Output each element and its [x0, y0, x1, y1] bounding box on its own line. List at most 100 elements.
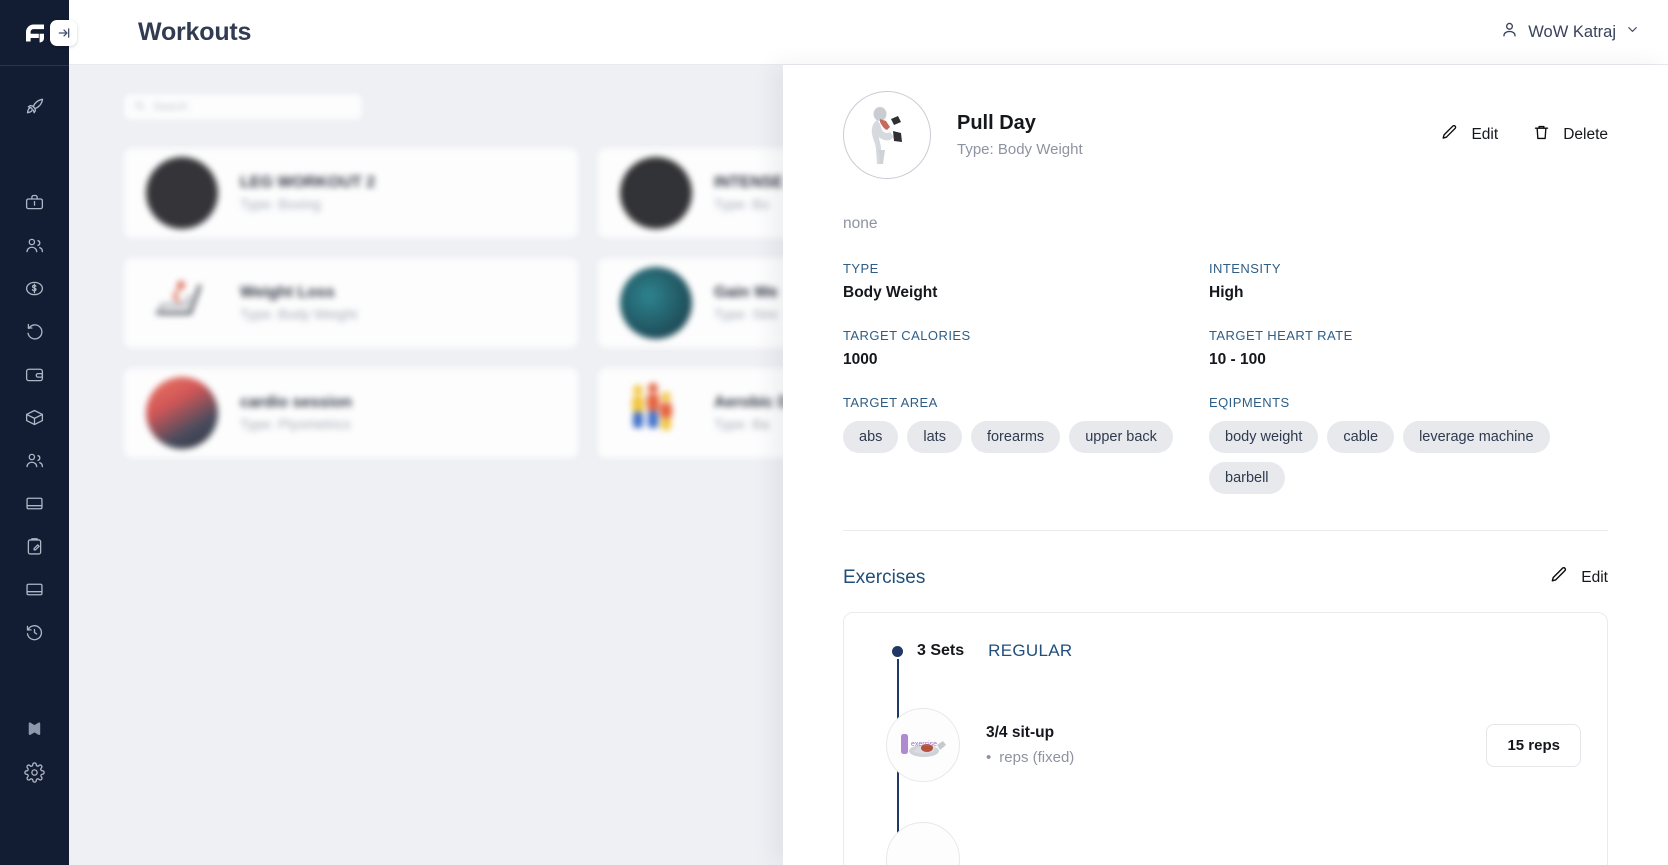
- exercise-row[interactable]: [870, 822, 1581, 865]
- user-avatar-icon: [1500, 20, 1519, 44]
- sidebar-item-payments[interactable]: [0, 267, 69, 310]
- meta-field-target-area: TARGET AREA abs lats forearms upper back: [843, 395, 1209, 494]
- top-bar: Workouts WoW Katraj: [69, 0, 1668, 65]
- meta-field-target-calories: TARGET CALORIES 1000: [843, 328, 1209, 369]
- chip: forearms: [970, 421, 1061, 453]
- timeline-dot-icon: [892, 645, 903, 657]
- app-root: Workouts WoW Katraj Search LEG WORKOUT 2…: [0, 0, 1668, 865]
- meta-label: TARGET HEART RATE: [1209, 328, 1353, 343]
- workout-thumbnail: [620, 157, 692, 229]
- meta-value: 1000: [843, 351, 878, 368]
- meta-label: TYPE: [843, 261, 879, 276]
- workout-type: Type: Ba: [714, 416, 770, 432]
- detail-header: Pull Day Type: Body Weight Edit Delete: [843, 91, 1608, 179]
- workout-type: Type: Stre: [714, 306, 778, 322]
- chip: lats: [907, 421, 962, 453]
- sidebar-item-refunds[interactable]: [0, 310, 69, 353]
- set-count: 3 Sets: [917, 642, 965, 659]
- chip: barbell: [1209, 462, 1285, 494]
- exercises-edit-button[interactable]: Edit: [1549, 565, 1608, 590]
- workout-card[interactable]: Weight Loss Type: Body Weight: [123, 257, 579, 349]
- section-divider: [843, 530, 1608, 531]
- workout-thumbnail: [620, 267, 692, 339]
- workout-type: Type: Plyometrics: [240, 416, 351, 432]
- workout-name: Weight Loss: [240, 284, 335, 301]
- rail-items: [0, 84, 69, 794]
- sidebar-item-integrations[interactable]: [0, 708, 69, 751]
- search-input[interactable]: Search: [123, 93, 363, 121]
- page-title: Pull Day: [957, 112, 1036, 134]
- workout-name: LEG WORKOUT 2: [240, 174, 376, 191]
- meta-field-target-heart-rate: TARGET HEART RATE 10 - 100: [1209, 328, 1608, 369]
- workout-card[interactable]: LEG WORKOUT 2 Type: Boxing: [123, 147, 579, 239]
- sidebar-item-settings[interactable]: [0, 751, 69, 794]
- trash-icon: [1532, 123, 1551, 147]
- exercise-info: 3/4 sit-up • reps (fixed): [986, 724, 1074, 766]
- chevron-down-icon[interactable]: [1625, 22, 1640, 42]
- set-header-row: 3 Sets REGULAR: [870, 641, 1581, 661]
- sidebar-item-assessments[interactable]: [0, 525, 69, 568]
- chip: upper back: [1069, 421, 1173, 453]
- user-menu[interactable]: WoW Katraj: [1500, 20, 1640, 44]
- workout-card[interactable]: cardio session Type: Plyometrics: [123, 367, 579, 459]
- workout-name: INTENSE: [714, 174, 784, 191]
- rail-divider: [0, 65, 69, 66]
- workout-thumbnail: [146, 377, 218, 449]
- svg-text:exercise: exercise: [911, 741, 937, 748]
- target-area-chips: abs lats forearms upper back: [843, 421, 1203, 453]
- meta-label: INTENSITY: [1209, 261, 1281, 276]
- workout-type: Type: Body Weight: [957, 141, 1083, 158]
- sidebar-item-staff[interactable]: [0, 439, 69, 482]
- page-title: Workouts: [138, 17, 252, 46]
- sidebar-item-wallet[interactable]: [0, 353, 69, 396]
- workout-thumbnail: [146, 267, 218, 339]
- chip: body weight: [1209, 421, 1319, 453]
- exercise-row[interactable]: exercise 3/4 sit-up • reps (fixed) 15 re…: [870, 708, 1581, 782]
- workout-meta-grid: TYPE Body Weight INTENSITY High TARGET C…: [843, 261, 1608, 494]
- sidebar-item-plans[interactable]: [0, 568, 69, 611]
- panel-collapse-icon[interactable]: [50, 20, 77, 46]
- meta-label: TARGET CALORIES: [843, 328, 971, 343]
- edit-label: Edit: [1581, 568, 1608, 586]
- user-name: WoW Katraj: [1528, 22, 1616, 41]
- workout-thumbnail: [843, 91, 931, 179]
- sidebar-item-rocket[interactable]: [0, 84, 69, 127]
- detail-titles: Pull Day Type: Body Weight: [957, 112, 1083, 158]
- set-kind: REGULAR: [988, 641, 1073, 660]
- rail-logo-area: [0, 0, 77, 65]
- workout-name: Gain We: [714, 284, 778, 301]
- workout-detail-panel: Pull Day Type: Body Weight Edit Delete n…: [783, 65, 1668, 865]
- sidebar-item-library[interactable]: [0, 482, 69, 525]
- exercise-group-card: 3 Sets REGULAR exercise 3/4 sit-up • rep…: [843, 612, 1608, 865]
- delete-label: Delete: [1563, 126, 1608, 143]
- delete-button[interactable]: Delete: [1532, 123, 1608, 147]
- search-placeholder: Search: [153, 101, 188, 113]
- pencil-icon: [1440, 123, 1459, 147]
- workout-type: Type: Bo: [714, 196, 770, 212]
- workout-type: Type: Body Weight: [240, 306, 358, 322]
- workout-type: Type: Boxing: [240, 196, 321, 212]
- sidebar-item-clients[interactable]: [0, 224, 69, 267]
- sidebar-item-briefcase[interactable]: [0, 181, 69, 224]
- chip: abs: [843, 421, 899, 453]
- edit-button[interactable]: Edit: [1440, 123, 1498, 147]
- workout-thumbnail: [146, 157, 218, 229]
- meta-label: TARGET AREA: [843, 395, 938, 410]
- search-icon: [134, 98, 145, 116]
- exercise-reps-badge: 15 reps: [1486, 723, 1581, 767]
- meta-label: EQIPMENTS: [1209, 395, 1290, 410]
- exercise-detail-label: reps (fixed): [999, 749, 1075, 766]
- exercises-header: Exercises Edit: [843, 565, 1608, 590]
- exercise-thumbnail: [886, 822, 960, 865]
- main-column: Workouts WoW Katraj Search LEG WORKOUT 2…: [69, 0, 1668, 865]
- meta-value: High: [1209, 284, 1244, 301]
- meta-value: Body Weight: [843, 284, 938, 301]
- flexify-logo-icon[interactable]: [18, 16, 52, 50]
- workout-thumbnail: [620, 377, 692, 449]
- meta-field-type: TYPE Body Weight: [843, 261, 1209, 302]
- sidebar-item-packages[interactable]: [0, 396, 69, 439]
- exercise-thumbnail: exercise: [886, 708, 960, 782]
- bullet-icon: •: [986, 749, 992, 766]
- sidebar-item-history[interactable]: [0, 611, 69, 654]
- exercises-heading: Exercises: [843, 566, 926, 588]
